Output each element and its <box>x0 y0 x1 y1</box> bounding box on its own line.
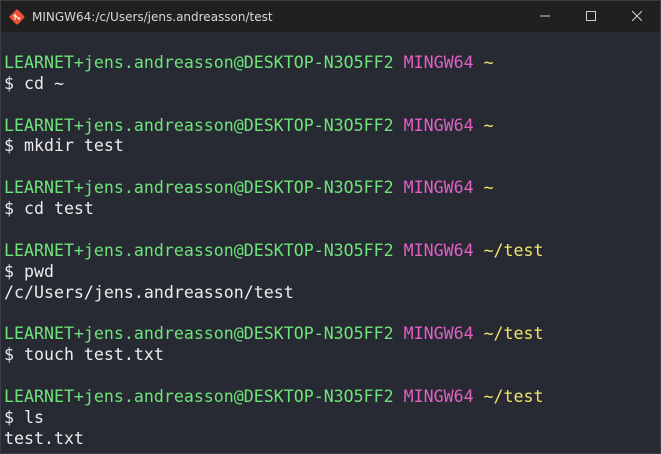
command-line: $ touch test.txt <box>4 345 164 365</box>
git-bash-icon <box>9 9 25 25</box>
prompt-user-host: LEARNET+jens.andreasson@DESKTOP-N3O5FF2 <box>4 52 394 72</box>
prompt-env: MINGW64 <box>403 387 474 407</box>
prompt-line: LEARNET+jens.andreasson@DESKTOP-N3O5FF2 … <box>4 116 660 137</box>
prompt-path: ~/test <box>483 240 544 260</box>
prompt-path: ~ <box>483 52 494 72</box>
output-line: /c/Users/jens.andreasson/test <box>4 282 294 302</box>
command-line: $ cd ~ <box>4 73 64 93</box>
maximize-button[interactable] <box>568 1 614 32</box>
prompt-user-host: LEARNET+jens.andreasson@DESKTOP-N3O5FF2 <box>4 387 394 407</box>
minimize-icon <box>540 8 550 26</box>
close-icon <box>631 8 643 26</box>
prompt-env: MINGW64 <box>403 52 474 72</box>
prompt-path: ~/test <box>483 387 544 407</box>
prompt-user-host: LEARNET+jens.andreasson@DESKTOP-N3O5FF2 <box>4 240 394 260</box>
close-button[interactable] <box>614 1 660 32</box>
prompt-path: ~ <box>483 115 494 135</box>
prompt-line: LEARNET+jens.andreasson@DESKTOP-N3O5FF2 … <box>4 241 660 262</box>
terminal-window: MINGW64:/c/Users/jens.andreasson/test LE… <box>0 0 661 454</box>
minimize-button[interactable] <box>522 1 568 32</box>
window-controls <box>522 1 660 32</box>
prompt-path: ~/test <box>483 324 544 344</box>
title-bar[interactable]: MINGW64:/c/Users/jens.andreasson/test <box>1 1 660 32</box>
prompt-path: ~ <box>483 178 494 198</box>
prompt-env: MINGW64 <box>403 324 474 344</box>
output-line: test.txt <box>4 428 84 448</box>
window-title: MINGW64:/c/Users/jens.andreasson/test <box>32 9 273 24</box>
prompt-line: LEARNET+jens.andreasson@DESKTOP-N3O5FF2 … <box>4 53 660 74</box>
terminal-output-area[interactable]: LEARNET+jens.andreasson@DESKTOP-N3O5FF2 … <box>1 32 660 453</box>
prompt-user-host: LEARNET+jens.andreasson@DESKTOP-N3O5FF2 <box>4 115 394 135</box>
command-line: $ cd test <box>4 199 94 219</box>
prompt-user-host: LEARNET+jens.andreasson@DESKTOP-N3O5FF2 <box>4 324 394 344</box>
command-line: $ ls <box>4 408 44 428</box>
command-line: $ pwd <box>4 261 54 281</box>
prompt-env: MINGW64 <box>403 178 474 198</box>
prompt-line: LEARNET+jens.andreasson@DESKTOP-N3O5FF2 … <box>4 387 660 408</box>
maximize-icon <box>586 8 596 26</box>
prompt-line: LEARNET+jens.andreasson@DESKTOP-N3O5FF2 … <box>4 324 660 345</box>
prompt-line: LEARNET+jens.andreasson@DESKTOP-N3O5FF2 … <box>4 178 660 199</box>
terminal-scrollbar[interactable] <box>655 35 658 449</box>
prompt-env: MINGW64 <box>403 240 474 260</box>
command-line: $ mkdir test <box>4 136 124 156</box>
prompt-env: MINGW64 <box>403 115 474 135</box>
prompt-user-host: LEARNET+jens.andreasson@DESKTOP-N3O5FF2 <box>4 178 394 198</box>
